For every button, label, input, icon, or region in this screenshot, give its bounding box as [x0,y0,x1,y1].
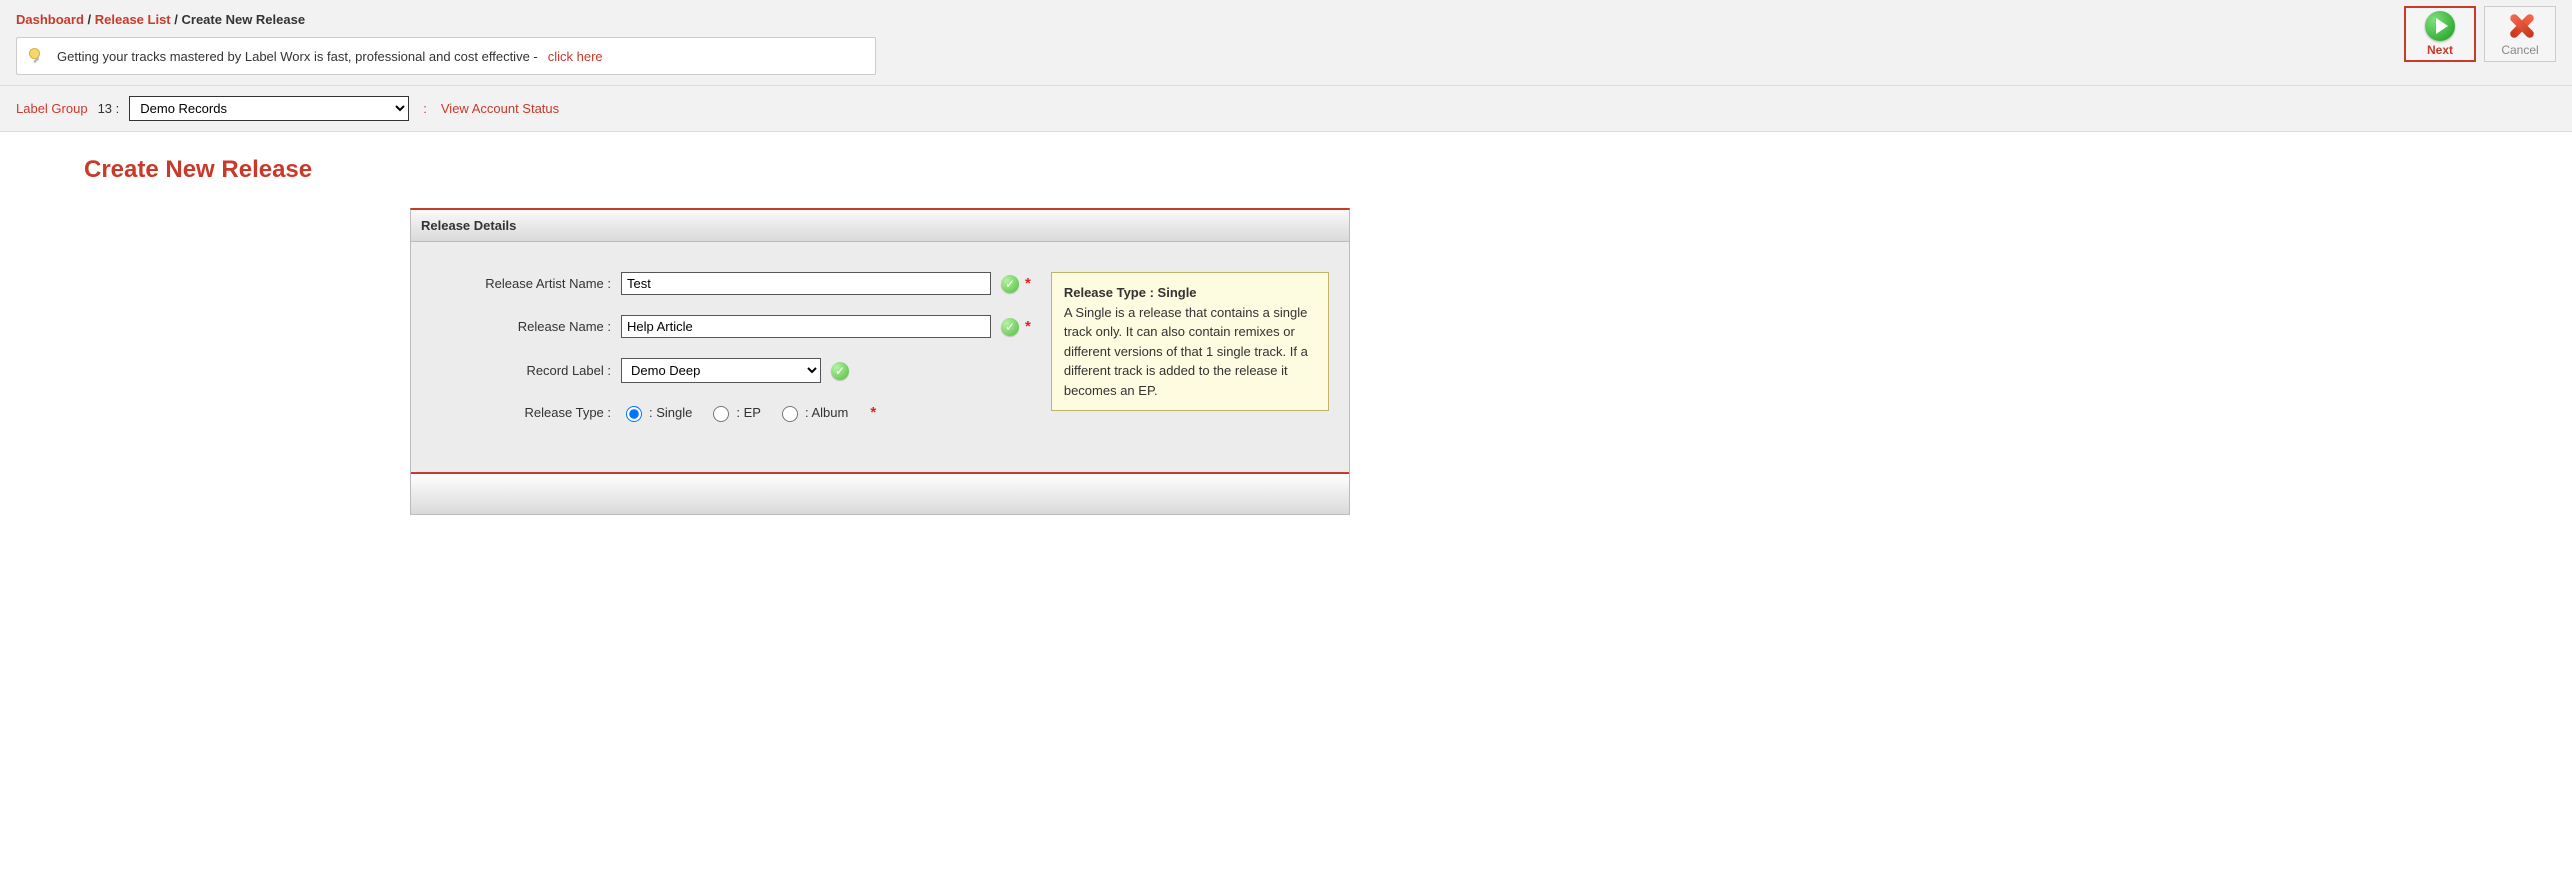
page-title: Create New Release [84,156,2556,184]
close-icon [2505,11,2535,41]
panel-header: Release Details [411,210,1349,242]
radio-album[interactable] [782,406,798,422]
row-release-type: Release Type : : Single : EP : Album [431,403,1031,422]
breadcrumb: Dashboard / Release List / Create New Re… [16,8,2556,37]
breadcrumb-release-list[interactable]: Release List [95,12,171,27]
breadcrumb-dashboard[interactable]: Dashboard [16,12,84,27]
radio-single[interactable] [626,406,642,422]
check-icon: ✓ [831,362,849,380]
record-label-label: Record Label : [431,363,621,378]
release-type-label: Release Type : [431,405,621,420]
row-artist-name: Release Artist Name : ✓ * [431,272,1031,295]
label-group-label: Label Group [16,101,88,116]
release-type-radios: : Single : EP : Album * [621,403,876,422]
required-icon: * [870,404,876,421]
cancel-button[interactable]: Cancel [2484,6,2556,62]
notice-text: Getting your tracks mastered by Label Wo… [57,49,538,64]
panel-body: Release Artist Name : ✓ * Release Name :… [411,242,1349,474]
label-group-number: 13 : [98,101,120,116]
tooltip-box: Release Type : Single A Single is a rele… [1051,272,1329,411]
notice-link[interactable]: click here [548,49,603,64]
label-group-select[interactable]: Demo Records [129,96,409,121]
release-name-input[interactable] [621,315,991,338]
row-release-name: Release Name : ✓ * [431,315,1031,338]
artist-name-label: Release Artist Name : [431,276,621,291]
radio-single-label[interactable]: : Single [621,403,692,422]
release-details-panel: Release Details Release Artist Name : ✓ … [410,208,1350,515]
next-button[interactable]: Next [2404,6,2476,62]
required-icon: * [1025,318,1031,335]
required-icon: * [1025,275,1031,292]
lightbulb-icon [27,46,47,66]
release-name-label: Release Name : [431,319,621,334]
sub-bar: Label Group 13 : Demo Records : View Acc… [0,86,2572,132]
panel-footer [411,474,1349,514]
radio-ep-label[interactable]: : EP [708,403,761,422]
tooltip-title: Release Type : Single [1064,283,1316,303]
check-icon: ✓ [1001,275,1019,293]
page-content: Create New Release Release Details Relea… [0,132,2572,555]
form-column: Release Artist Name : ✓ * Release Name :… [431,272,1031,442]
breadcrumb-sep: / [88,12,95,27]
view-account-status-link[interactable]: View Account Status [441,101,559,116]
play-icon [2425,11,2455,41]
radio-ep[interactable] [713,406,729,422]
record-label-select[interactable]: Demo Deep [621,358,821,383]
check-icon: ✓ [1001,318,1019,336]
next-label: Next [2427,43,2453,57]
breadcrumb-current: Create New Release [182,12,306,27]
row-record-label: Record Label : Demo Deep ✓ [431,358,1031,383]
artist-name-input[interactable] [621,272,991,295]
breadcrumb-sep: / [174,12,181,27]
notice-banner: Getting your tracks mastered by Label Wo… [16,37,876,75]
colon-sep: : [419,101,431,116]
tooltip-body: A Single is a release that contains a si… [1064,303,1316,401]
radio-album-label[interactable]: : Album [777,403,848,422]
cancel-label: Cancel [2501,43,2538,57]
top-actions: Next Cancel [2404,6,2556,62]
top-bar: Dashboard / Release List / Create New Re… [0,0,2572,86]
